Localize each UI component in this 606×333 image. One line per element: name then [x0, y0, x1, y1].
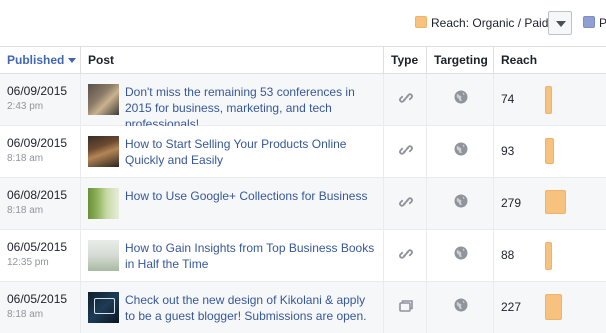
post-time: 8:18 am	[7, 153, 44, 164]
reach-value: 74	[501, 92, 515, 106]
post-cell: How to Use Google+ Collections for Busin…	[80, 178, 383, 229]
targeting-cell	[426, 282, 493, 333]
post-cell: How to Gain Insights from Top Business B…	[80, 230, 383, 281]
type-cell	[383, 230, 426, 281]
second-legend-label: P	[599, 16, 606, 30]
post-time: 2:43 pm	[7, 101, 44, 112]
reach-bar[interactable]	[545, 242, 552, 270]
reach-value: 88	[501, 248, 515, 262]
link-icon	[398, 142, 414, 158]
table-row[interactable]: 06/09/2015 2:43 pm Don't miss the remain…	[0, 74, 606, 131]
table-header: Published Post Type Targeting Reach	[0, 47, 606, 74]
post-title-link[interactable]: Don't miss the remaining 53 conferences …	[125, 84, 377, 132]
reach-value: 93	[501, 144, 515, 158]
reach-bar[interactable]	[545, 190, 566, 214]
post-date: 06/08/2015	[7, 188, 68, 202]
post-thumbnail[interactable]	[88, 240, 119, 271]
published-cell: 06/05/2015 8:18 am	[0, 282, 80, 333]
table-body: 06/09/2015 2:43 pm Don't miss the remain…	[0, 74, 606, 333]
second-legend-swatch	[583, 16, 595, 28]
post-date: 06/09/2015	[7, 136, 68, 150]
globe-icon	[454, 246, 468, 260]
type-cell	[383, 178, 426, 229]
globe-icon	[454, 142, 468, 156]
post-thumbnail[interactable]	[88, 84, 119, 115]
published-cell: 06/08/2015 8:18 am	[0, 178, 80, 229]
type-cell	[383, 126, 426, 177]
reach-legend-swatch	[415, 16, 427, 28]
post-date: 06/05/2015	[7, 292, 68, 306]
post-column-header[interactable]: Post	[80, 47, 383, 74]
post-date: 06/09/2015	[7, 84, 68, 98]
table-row[interactable]: 06/09/2015 8:18 am How to Start Selling …	[0, 126, 606, 178]
post-thumbnail[interactable]	[88, 136, 119, 167]
reach-cell: 88	[493, 230, 606, 281]
published-column-header[interactable]: Published	[0, 47, 80, 74]
post-cell: How to Start Selling Your Products Onlin…	[80, 126, 383, 177]
table-row[interactable]: 06/05/2015 12:35 pm How to Gain Insights…	[0, 230, 606, 282]
reach-value: 279	[501, 196, 522, 210]
published-header-label: Published	[7, 53, 65, 67]
post-time: 8:18 am	[7, 205, 44, 216]
published-cell: 06/05/2015 12:35 pm	[0, 230, 80, 281]
reach-cell: 279	[493, 178, 606, 229]
posts-table: Published Post Type Targeting Reach 06/0…	[0, 47, 606, 333]
post-date: 06/05/2015	[7, 240, 68, 254]
post-thumbnail[interactable]	[88, 292, 119, 323]
post-title-link[interactable]: How to Use Google+ Collections for Busin…	[125, 188, 377, 204]
post-cell: Check out the new design of Kikolani & a…	[80, 282, 383, 333]
reach-column-header[interactable]: Reach	[493, 47, 606, 74]
published-cell: 06/09/2015 2:43 pm	[0, 74, 80, 125]
targeting-cell	[426, 74, 493, 125]
post-cell: Don't miss the remaining 53 conferences …	[80, 74, 383, 131]
type-cell	[383, 282, 426, 333]
post-time: 8:18 am	[7, 309, 44, 320]
reach-cell: 227	[493, 282, 606, 333]
post-title-link[interactable]: Check out the new design of Kikolani & a…	[125, 292, 377, 324]
targeting-cell	[426, 126, 493, 177]
toolbar: Reach: Organic / Paid P	[0, 0, 606, 47]
post-time: 12:35 pm	[7, 257, 49, 268]
reach-bar[interactable]	[545, 86, 552, 114]
globe-icon	[454, 90, 468, 104]
reach-bar[interactable]	[545, 138, 554, 164]
sort-caret-icon	[68, 58, 77, 64]
reach-legend-label: Reach: Organic / Paid	[431, 16, 549, 30]
link-icon	[398, 194, 414, 210]
globe-icon	[454, 298, 468, 312]
metric-dropdown-button[interactable]	[548, 11, 572, 35]
globe-icon	[454, 194, 468, 208]
post-title-link[interactable]: How to Start Selling Your Products Onlin…	[125, 136, 377, 168]
targeting-cell	[426, 178, 493, 229]
table-row[interactable]: 06/05/2015 8:18 am Check out the new des…	[0, 282, 606, 333]
table-row[interactable]: 06/08/2015 8:18 am How to Use Google+ Co…	[0, 178, 606, 230]
reach-cell: 93	[493, 126, 606, 177]
link-icon	[398, 246, 414, 262]
reach-value: 227	[501, 300, 522, 314]
post-thumbnail[interactable]	[88, 188, 119, 219]
photo-album-icon	[398, 298, 414, 314]
targeting-cell	[426, 230, 493, 281]
link-icon	[398, 90, 414, 106]
type-cell	[383, 74, 426, 125]
targeting-column-header[interactable]: Targeting	[426, 47, 493, 74]
reach-cell: 74	[493, 74, 606, 125]
reach-bar[interactable]	[545, 294, 562, 320]
post-title-link[interactable]: How to Gain Insights from Top Business B…	[125, 240, 377, 272]
published-cell: 06/09/2015 8:18 am	[0, 126, 80, 177]
type-column-header[interactable]: Type	[383, 47, 426, 74]
